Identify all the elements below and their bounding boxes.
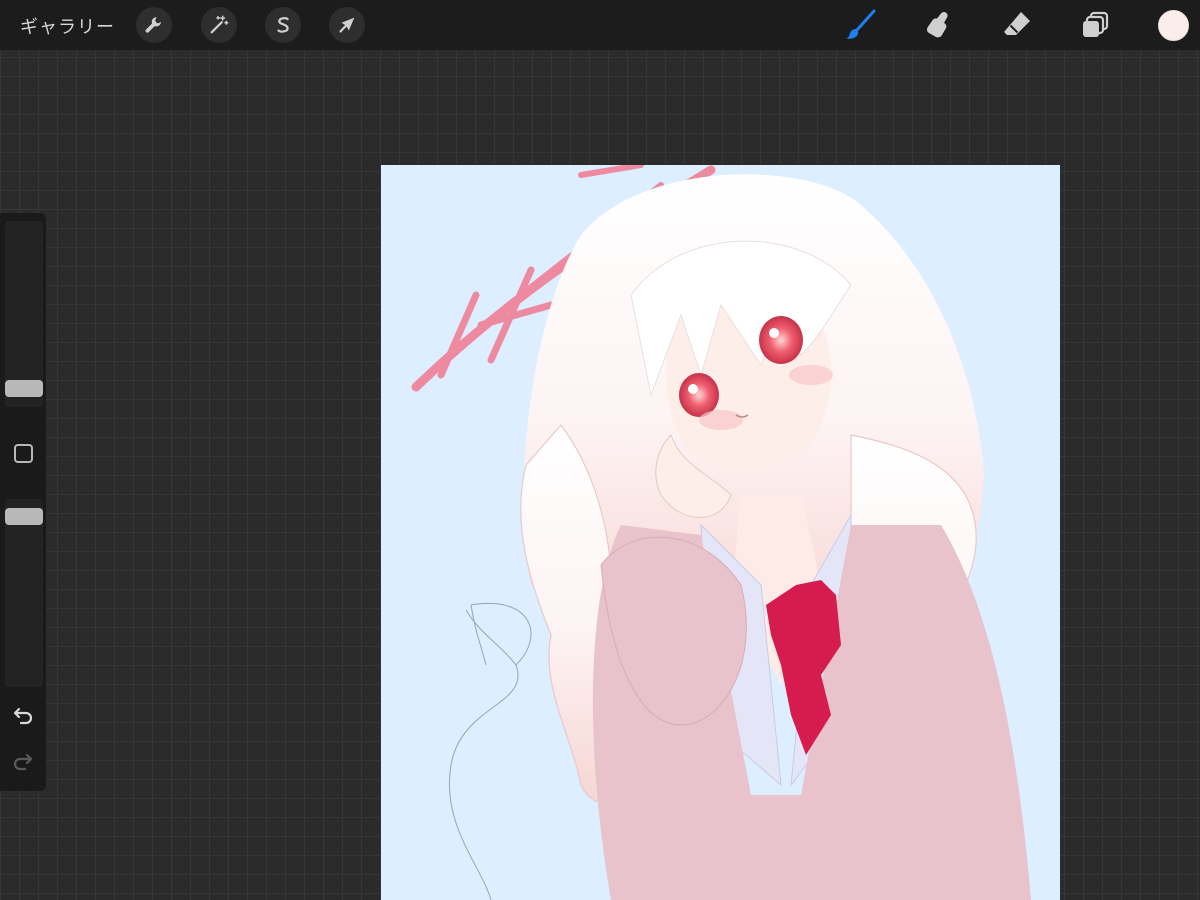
eraser-icon: [1004, 12, 1030, 35]
artwork-illustration: [411, 165, 1031, 900]
smudge-finger-icon: [927, 12, 948, 38]
eraser-tool-button[interactable]: [999, 7, 1035, 43]
opacity-thumb[interactable]: [5, 507, 43, 525]
actions-button[interactable]: [136, 7, 172, 43]
brush-icon: [846, 9, 876, 39]
transform-button[interactable]: [329, 7, 365, 43]
adjustments-button[interactable]: [201, 7, 237, 43]
redo-icon: [13, 753, 33, 771]
brush-tool-button[interactable]: [843, 7, 879, 43]
layers-button[interactable]: [1077, 7, 1113, 43]
selection-button[interactable]: [265, 7, 301, 43]
top-toolbar: ギャラリー: [0, 0, 1200, 50]
wrench-icon: [145, 17, 161, 33]
brush-size-thumb[interactable]: [5, 379, 43, 397]
smudge-tool-button[interactable]: [920, 7, 956, 43]
brush-size-slider[interactable]: [5, 221, 43, 407]
sidebar: [0, 213, 46, 791]
arrow-cursor-icon: [339, 17, 355, 33]
gallery-button[interactable]: ギャラリー: [20, 13, 115, 39]
selection-s-icon: [277, 17, 289, 33]
color-picker-button[interactable]: [1158, 10, 1189, 41]
undo-icon: [13, 707, 33, 725]
modify-square-icon[interactable]: [14, 444, 33, 463]
opacity-slider[interactable]: [5, 499, 43, 687]
magic-wand-icon: [210, 15, 229, 34]
undo-button[interactable]: [11, 703, 35, 727]
redo-button[interactable]: [11, 749, 35, 773]
drawing-canvas[interactable]: [381, 165, 1060, 900]
layers-icon: [1083, 11, 1109, 37]
